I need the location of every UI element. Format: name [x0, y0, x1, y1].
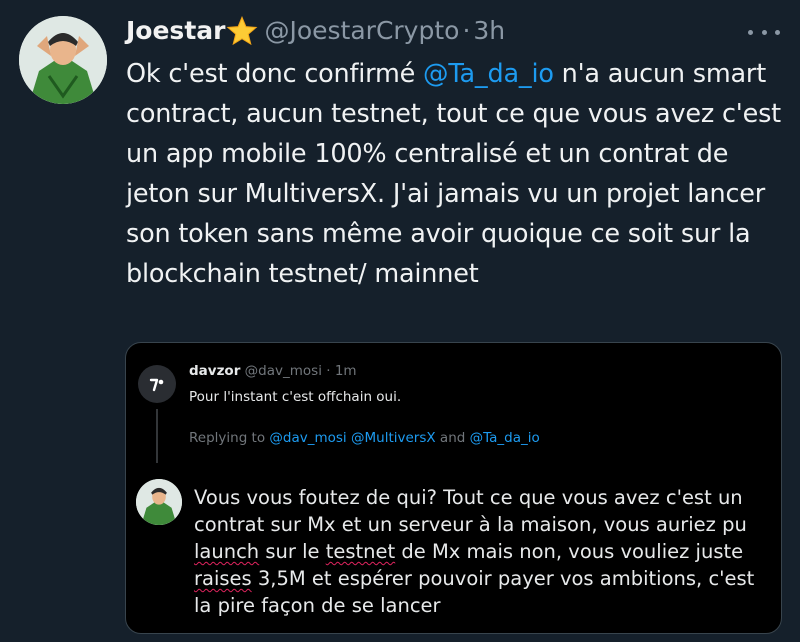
author-handle[interactable]: @JoestarCrypto	[264, 14, 459, 48]
spellcheck-word-1[interactable]: launch	[194, 540, 259, 563]
quoted-card[interactable]: davzor @dav_mosi · 1m Pour l'instant c'e…	[125, 342, 782, 634]
quoted-author-name[interactable]: davzor	[189, 363, 240, 379]
draft-part1: Vous vous foutez de qui? Tout ce que vou…	[194, 486, 747, 536]
tweet-timestamp[interactable]: 3h	[473, 14, 505, 48]
replying-mention-2[interactable]: @MultiversX	[351, 430, 436, 446]
tweet-text-part1: Ok c'est donc confirmé	[126, 59, 424, 89]
replying-to: Replying to @dav_mosi @MultiversX and @T…	[189, 429, 540, 447]
author-name[interactable]: Joestar	[126, 14, 225, 48]
quoted-header: davzor @dav_mosi · 1m	[189, 362, 357, 380]
replying-and: and	[435, 430, 470, 446]
thread-line	[156, 409, 158, 463]
quoted-separator: ·	[326, 363, 331, 379]
replying-mention-3[interactable]: @Ta_da_io	[470, 430, 540, 446]
star-emoji-icon	[226, 16, 258, 46]
replying-prefix: Replying to	[189, 430, 270, 446]
replying-mention-1[interactable]: @dav_mosi	[269, 430, 346, 446]
quoted-author-handle[interactable]: @dav_mosi	[245, 363, 322, 379]
tweet-header: Joestar @JoestarCrypto · 3h	[126, 14, 505, 48]
reply-draft-text[interactable]: Vous vous foutez de qui? Tout ce que vou…	[194, 484, 774, 619]
quoted-text: Pour l'instant c'est offchain oui.	[189, 389, 402, 405]
draft-part3: de Mx mais non, vous vouliez juste	[395, 540, 744, 563]
draft-part4: 3,5M et espérer pouvoir payer vos ambiti…	[194, 567, 755, 617]
tweet-text-part2: n'a aucun smart contract, aucun testnet,…	[126, 59, 781, 289]
user-avatar[interactable]	[136, 479, 182, 525]
quoted-timestamp[interactable]: 1m	[335, 363, 357, 379]
spellcheck-word-3[interactable]: raises	[194, 567, 252, 590]
more-options-icon[interactable]	[748, 22, 780, 42]
mention-link[interactable]: @Ta_da_io	[423, 59, 554, 89]
logo-icon[interactable]	[138, 365, 176, 403]
draft-part2: sur le	[259, 540, 326, 563]
header-separator: ·	[462, 16, 471, 45]
spellcheck-word-2[interactable]: testnet	[326, 540, 395, 563]
tweet-text: Ok c'est donc confirmé @Ta_da_io n'a auc…	[126, 54, 786, 294]
author-avatar[interactable]	[19, 16, 107, 104]
